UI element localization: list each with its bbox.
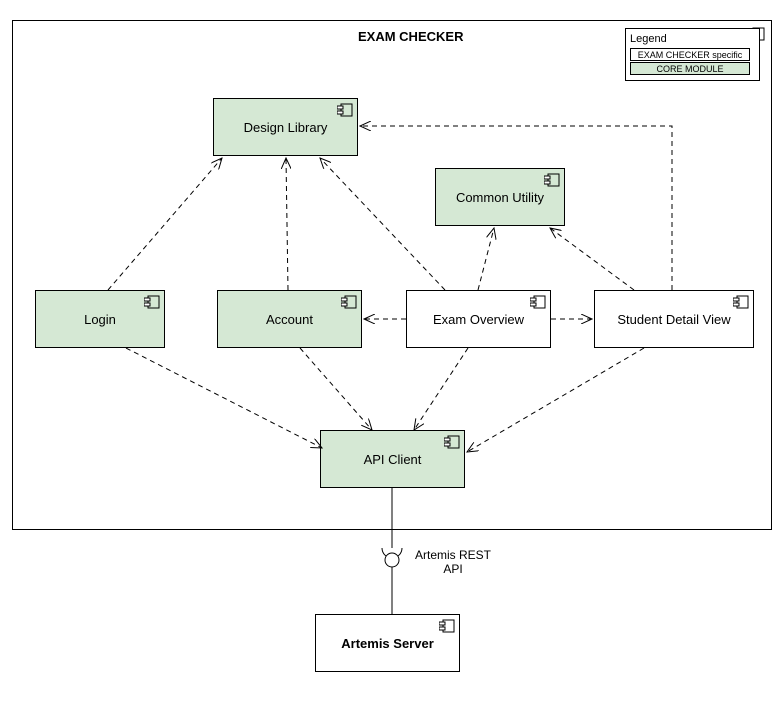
component-icon [341, 295, 357, 312]
design-library-component: Design Library [213, 98, 358, 156]
component-icon [444, 435, 460, 452]
legend-swatch-specific: EXAM CHECKER specific [630, 48, 750, 61]
common-utility-component: Common Utility [435, 168, 565, 226]
login-component: Login [35, 290, 165, 348]
student-detail-view-label: Student Detail View [617, 312, 730, 327]
exam-overview-label: Exam Overview [433, 312, 524, 327]
design-library-label: Design Library [244, 120, 328, 135]
artemis-server-component: Artemis Server [315, 614, 460, 672]
component-icon [144, 295, 160, 312]
component-icon [337, 103, 353, 120]
component-icon [733, 295, 749, 312]
component-icon [530, 295, 546, 312]
legend-title: Legend [630, 33, 755, 45]
legend-row-core: CORE MODULE [630, 62, 755, 75]
legend-swatch-core: CORE MODULE [630, 62, 750, 75]
account-component: Account [217, 290, 362, 348]
student-detail-view-component: Student Detail View [594, 290, 754, 348]
legend-row-specific: EXAM CHECKER specific [630, 48, 755, 61]
api-client-component: API Client [320, 430, 465, 488]
api-client-label: API Client [364, 452, 422, 467]
artemis-rest-api-label: Artemis REST API [408, 548, 498, 577]
component-icon [439, 619, 455, 636]
component-icon [544, 173, 560, 190]
container-title: EXAM CHECKER [358, 29, 463, 44]
legend-box: Legend EXAM CHECKER specific CORE MODULE [625, 28, 760, 81]
account-label: Account [266, 312, 313, 327]
artemis-server-label: Artemis Server [341, 636, 434, 651]
common-utility-label: Common Utility [456, 190, 544, 205]
login-label: Login [84, 312, 116, 327]
exam-overview-component: Exam Overview [406, 290, 551, 348]
